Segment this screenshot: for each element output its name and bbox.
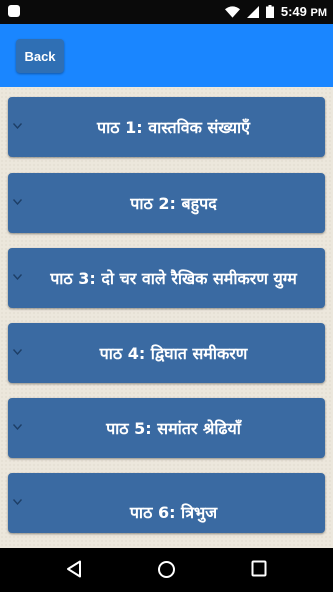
chevron-down-icon [13,123,22,129]
lesson-item-6[interactable]: पाठ 6: त्रिभुज [8,473,325,533]
lesson-list[interactable]: पाठ 1: वास्तविक संख्याएँ पाठ 2: बहुपद पा… [0,87,333,548]
chevron-down-icon [13,199,22,205]
recents-square-icon[interactable] [251,560,267,577]
chevron-down-icon [13,274,22,280]
lesson-label: पाठ 4: द्विघात समीकरण [99,344,248,363]
status-time: 5:49 PM [281,4,327,19]
back-triangle-icon[interactable] [66,560,82,578]
lesson-item-2[interactable]: पाठ 2: बहुपद [8,173,325,233]
chevron-down-icon [13,349,22,355]
status-time-suffix: PM [310,7,328,19]
lesson-label: पाठ 5: समांतर श्रेढियाँ [106,419,241,438]
lesson-item-3[interactable]: पाठ 3: दो चर वाले रैखिक समीकरण युग्म [8,248,325,308]
lesson-label: पाठ 1: वास्तविक संख्याएँ [97,118,250,137]
status-right: 5:49 PM [224,4,327,19]
home-circle-icon[interactable] [157,560,176,579]
lesson-item-4[interactable]: पाठ 4: द्विघात समीकरण [8,323,325,383]
battery-icon [265,5,274,18]
chevron-down-icon [13,499,22,505]
app-header: Back [0,24,333,87]
status-time-value: 5:49 [280,4,307,19]
app-notification-icon [8,5,20,17]
lesson-label: पाठ 2: बहुपद [130,194,217,213]
system-nav-bar [0,548,333,592]
cell-signal-icon [246,5,259,18]
lesson-label: पाठ 6: त्रिभुज [129,503,218,522]
status-bar: 5:49 PM [0,0,333,24]
chevron-down-icon [13,424,22,430]
lesson-item-1[interactable]: पाठ 1: वास्तविक संख्याएँ [8,97,325,157]
back-button[interactable]: Back [16,39,64,73]
wifi-icon [224,5,240,18]
lesson-item-5[interactable]: पाठ 5: समांतर श्रेढियाँ [8,398,325,458]
lesson-label: पाठ 3: दो चर वाले रैखिक समीकरण युग्म [50,269,297,288]
